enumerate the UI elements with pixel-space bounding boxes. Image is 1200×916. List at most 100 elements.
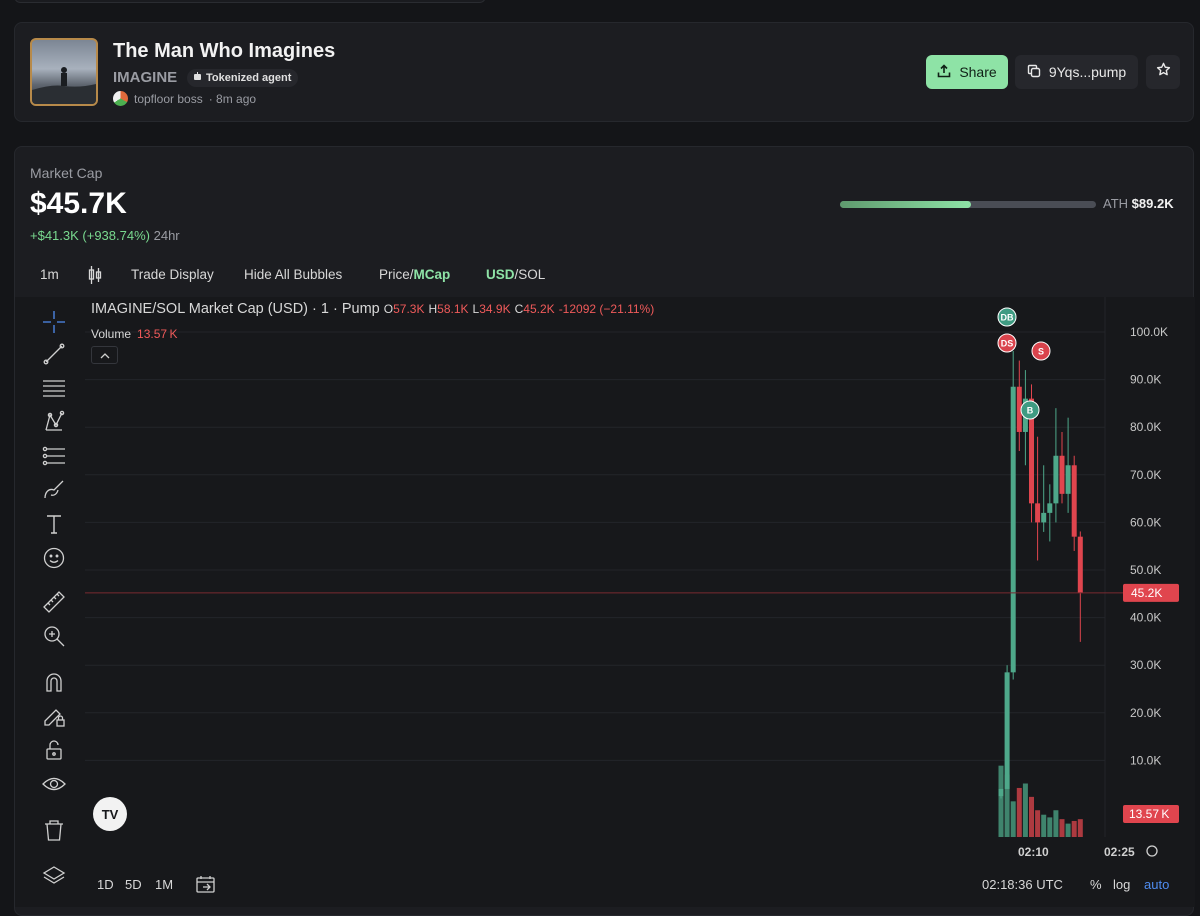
price-mcap-toggle[interactable]: Price/MCap [379,267,450,282]
auto-scale-toggle[interactable]: auto [1144,877,1169,892]
chart-toolbar: 1m Trade Display Hide All Bubbles Price/… [15,265,615,285]
interval-selector[interactable]: 1m [40,267,59,282]
trend-line-icon[interactable] [41,341,67,367]
share-label: Share [959,64,997,80]
market-cap-value: $45.7K [30,187,127,220]
usd-sol-toggle[interactable]: USD/SOL [486,267,545,282]
ruler-icon[interactable] [41,589,67,615]
volume-bar [1010,801,1016,837]
chart-legend: IMAGINE/SOL Market Cap (USD) · 1 · Pump … [91,301,654,317]
volume-label: Volume [91,327,132,341]
ath-progress-fill [840,201,971,208]
volume-bar [1035,810,1041,837]
range-5d-button[interactable]: 5D [125,877,142,892]
x-axis-tick: 02:25 [1104,845,1135,859]
visibility-icon[interactable] [41,771,67,797]
ath-text: ATH [1103,196,1129,211]
candle-body [1077,536,1083,593]
share-button[interactable]: Share [926,55,1008,89]
market-cap-label: Market Cap [30,165,103,181]
emoji-icon[interactable] [41,545,67,571]
candle-body [1071,465,1077,537]
candle-style-icon[interactable] [88,265,102,288]
candle-body [1035,503,1041,523]
ath-label: ATH $89.2K [1103,196,1174,211]
y-axis-tick: 30.0K [1130,658,1161,672]
text-tool-icon[interactable] [41,511,67,537]
candle-body [1059,455,1065,494]
date-range-icon[interactable] [196,875,216,896]
hide-bubbles-button[interactable]: Hide All Bubbles [244,267,342,282]
change-period: 24hr [153,228,180,243]
y-axis-tick: 80.0K [1130,420,1161,434]
volume-bar [1016,787,1022,837]
volume-bar [1047,817,1053,837]
token-title: The Man Who Imagines [113,40,336,62]
y-axis-tick: 20.0K [1130,706,1161,720]
brush-icon[interactable] [41,477,67,503]
change-value: -12092 (−21.11%) [558,302,655,316]
volume-bar [1029,796,1034,837]
robot-icon [193,72,202,84]
close-label: C [514,302,524,316]
trash-icon[interactable] [41,817,67,843]
mcap-option: MCap [413,267,451,282]
share-icon [937,63,951,81]
favorite-button[interactable] [1146,55,1180,89]
unlock-icon[interactable] [41,737,67,763]
volume-value: 13.57 K [137,327,178,341]
magnet-icon[interactable] [41,669,67,695]
copy-contract-button[interactable]: 9Yqs...pump [1015,55,1138,89]
token-image-art [32,67,96,104]
creator-avatar[interactable] [113,91,128,106]
trade-bubble-label: B [1027,406,1034,416]
candle-body [1010,386,1016,673]
crosshair-icon[interactable] [41,309,67,335]
price-option: Price/ [379,267,414,282]
y-axis-tick: 50.0K [1130,563,1161,577]
copy-icon [1027,64,1041,81]
percent-toggle[interactable]: % [1090,877,1102,892]
candle-body [1065,465,1071,494]
trade-bubble-label: DS [1001,339,1014,349]
trade-display-button[interactable]: Trade Display [131,267,214,282]
high-label: H [428,302,438,316]
candle-body [1004,672,1010,789]
creator-row: topfloor boss · 8m ago [113,91,256,106]
volume-bar [998,765,1004,837]
zoom-in-icon[interactable] [41,623,67,649]
candle-body [1053,455,1059,504]
pattern-icon[interactable] [41,409,67,435]
creator-name[interactable]: topfloor boss [134,92,203,106]
volume-legend: Volume 13.57 K [91,327,177,341]
candle-body [1041,512,1047,523]
y-axis-tick: 40.0K [1130,611,1161,625]
utc-clock[interactable]: 02:18:36 UTC [982,877,1063,892]
sol-option: /SOL [514,267,546,282]
tokenized-agent-badge: Tokenized agent [187,69,299,87]
volume-bar [1065,823,1071,837]
last-price-label: 45.2K [1131,586,1162,600]
candle-body [1047,503,1053,513]
market-cap-change: +$41.3K (+938.74%) 24hr [30,228,180,243]
tradingview-logo-icon[interactable]: TV [93,797,127,831]
open-value: 57.3K [393,302,425,316]
badge-label: Tokenized agent [206,72,292,84]
y-axis-tick: 60.0K [1130,515,1161,529]
low-value: 34.9K [479,302,511,316]
token-image[interactable] [30,38,98,106]
market-card: Market Cap $45.7K +$41.3K (+938.74%) 24h… [14,146,1195,916]
x-axis-tick: 02:10 [1018,845,1049,859]
lock-drawing-icon[interactable] [41,703,67,729]
log-toggle[interactable]: log [1113,877,1130,892]
collapse-legend-button[interactable] [91,346,118,364]
range-1d-button[interactable]: 1D [97,877,114,892]
volume-bar [1059,819,1065,837]
token-header: The Man Who Imagines IMAGINE Tokenized a… [14,22,1194,122]
ath-progress-bar [840,201,1096,208]
range-1m-button[interactable]: 1M [155,877,173,892]
fib-levels-icon[interactable] [41,443,67,469]
horizontal-lines-icon[interactable] [41,375,67,401]
price-chart[interactable]: 100.0K 90.0K 80.0K 70.0K 60.0K 50.0K 40.0K 30.0… [15,297,1195,907]
chart-bottom-bar: 1D 5D 1M 02:18:36 UTC % log auto [15,875,1195,897]
